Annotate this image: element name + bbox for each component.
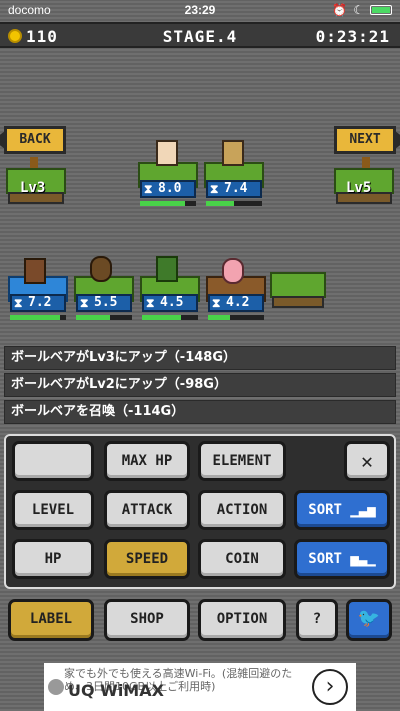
chef-unit-sprite[interactable] xyxy=(156,140,178,166)
game-top-bar: 110 STAGE.4 0:23:21 xyxy=(0,22,400,48)
element-button[interactable]: ELEMENT xyxy=(198,441,286,481)
speed-chip: 7.4 xyxy=(206,180,262,198)
status-icons: ⏰ ☾ xyxy=(332,3,392,17)
close-icon: ✕ xyxy=(360,449,374,473)
log-message: ボールベアがLv2にアップ（-98G） xyxy=(4,373,396,397)
fish-unit-sprite[interactable] xyxy=(24,258,46,284)
sort-descending-button[interactable]: SORT ▅▃▁ xyxy=(294,539,390,579)
log-message: ボールベアがLv3にアップ（-148G） xyxy=(4,346,396,370)
sort-ascending-button[interactable]: SORT ▁▃▅ xyxy=(294,490,390,530)
elapsed-timer: 0:23:21 xyxy=(315,27,390,46)
action-button[interactable]: ACTION xyxy=(198,490,286,530)
pig-unit-sprite[interactable] xyxy=(222,258,244,284)
speed-chip: 4.5 xyxy=(142,294,198,312)
moon-icon: ☾ xyxy=(353,3,364,17)
ad-brand: UQ WiMAX xyxy=(68,681,164,700)
max-hp-button[interactable]: MAX HP xyxy=(104,441,190,481)
ad-banner[interactable]: 家でも外でも使える高速Wi-Fi。(混雑回避のため、3日間10GB以上ご利用時)… xyxy=(44,663,356,711)
twitter-bird-icon: 🐦 xyxy=(357,608,381,629)
status-bar: docomo 23:29 ⏰ ☾ xyxy=(0,0,400,20)
next-level-label: Lv5 xyxy=(346,180,372,196)
coin-button[interactable]: COIN xyxy=(198,539,286,579)
help-button[interactable]: ? xyxy=(296,599,338,641)
twitter-button[interactable]: 🐦 xyxy=(346,599,392,641)
hp-button[interactable]: HP xyxy=(12,539,94,579)
bear-unit-sprite[interactable] xyxy=(90,256,112,282)
log-message: ボールベアを召喚（-114G） xyxy=(4,400,396,424)
speed-chip: 8.0 xyxy=(140,180,196,198)
back-button[interactable]: BACK xyxy=(0,126,66,154)
shop-button[interactable]: SHOP xyxy=(104,599,190,641)
sort-label: SORT xyxy=(308,551,342,567)
label-button[interactable]: LABEL xyxy=(8,599,94,641)
hp-bar xyxy=(206,201,262,206)
level-button[interactable]: LEVEL xyxy=(12,490,94,530)
archer-unit-sprite[interactable] xyxy=(222,140,244,166)
hp-bar xyxy=(140,201,196,206)
speed-chip: 7.2 xyxy=(10,294,66,312)
speed-chip: 5.5 xyxy=(76,294,132,312)
sort-label: SORT xyxy=(308,502,342,518)
hp-bar xyxy=(142,315,198,320)
option-button[interactable]: OPTION xyxy=(198,599,286,641)
empty-unit-slot[interactable] xyxy=(270,272,326,308)
chevron-right-icon[interactable]: › xyxy=(312,669,348,705)
hp-bar xyxy=(76,315,132,320)
prev-level-label: Lv3 xyxy=(20,180,46,196)
sort-ascending-icon: ▁▃▅ xyxy=(350,502,376,518)
alarm-icon: ⏰ xyxy=(332,3,348,17)
next-button[interactable]: NEXT xyxy=(334,126,400,154)
ad-logo-icon xyxy=(48,679,64,695)
speed-button[interactable]: SPEED xyxy=(104,539,190,579)
hp-bar xyxy=(208,315,264,320)
battery-icon xyxy=(370,5,392,15)
hp-bar xyxy=(10,315,66,320)
blank-button[interactable] xyxy=(12,441,94,481)
close-button[interactable]: ✕ xyxy=(344,441,390,481)
speed-chip: 4.2 xyxy=(208,294,264,312)
plant-unit-sprite[interactable] xyxy=(156,256,178,282)
attack-button[interactable]: ATTACK xyxy=(104,490,190,530)
sort-descending-icon: ▅▃▁ xyxy=(350,551,376,567)
